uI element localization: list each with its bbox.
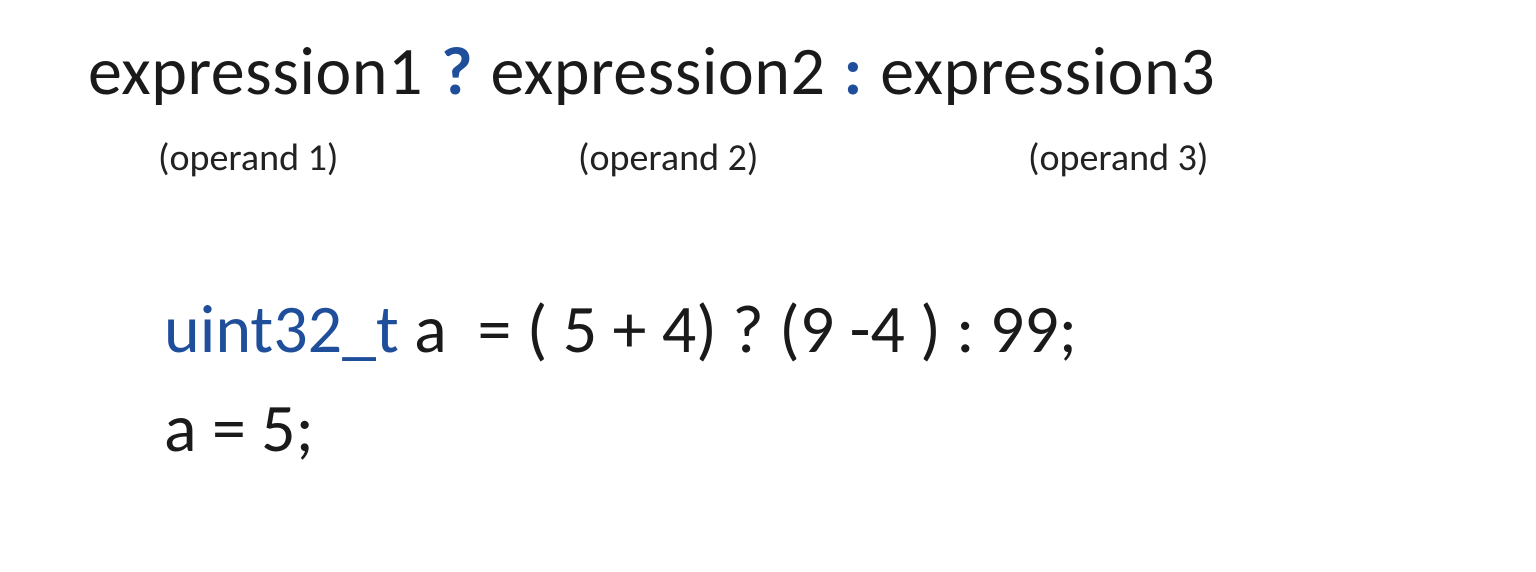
operand1-label: (operand 1) (148, 135, 568, 181)
code-line-2: a = 5; (164, 380, 1476, 479)
operand3-label: (operand 3) (998, 135, 1358, 181)
expression1-label: expression1 (88, 30, 423, 113)
ternary-syntax: expression1 ? expression2 : expression3 (88, 30, 1476, 113)
code-line-1: uint32_t a = ( 5 + 4) ? (9 -4 ) : 99; (164, 281, 1476, 380)
operand2-label: (operand 2) (568, 135, 998, 181)
colon-operator: : (825, 30, 880, 113)
code-example: uint32_t a = ( 5 + 4) ? (9 -4 ) : 99; a … (164, 281, 1476, 478)
code-line-1-rest: a = ( 5 + 4) ? (9 -4 ) : 99; (399, 288, 1077, 371)
question-operator: ? (423, 30, 491, 113)
type-keyword: uint32_t (164, 288, 399, 371)
slide-content: expression1 ? expression2 : expression3 … (0, 0, 1536, 572)
operand-annotations: (operand 1) (operand 2) (operand 3) (148, 135, 1476, 181)
expression3-label: expression3 (880, 30, 1215, 113)
expression2-label: expression2 (491, 30, 826, 113)
